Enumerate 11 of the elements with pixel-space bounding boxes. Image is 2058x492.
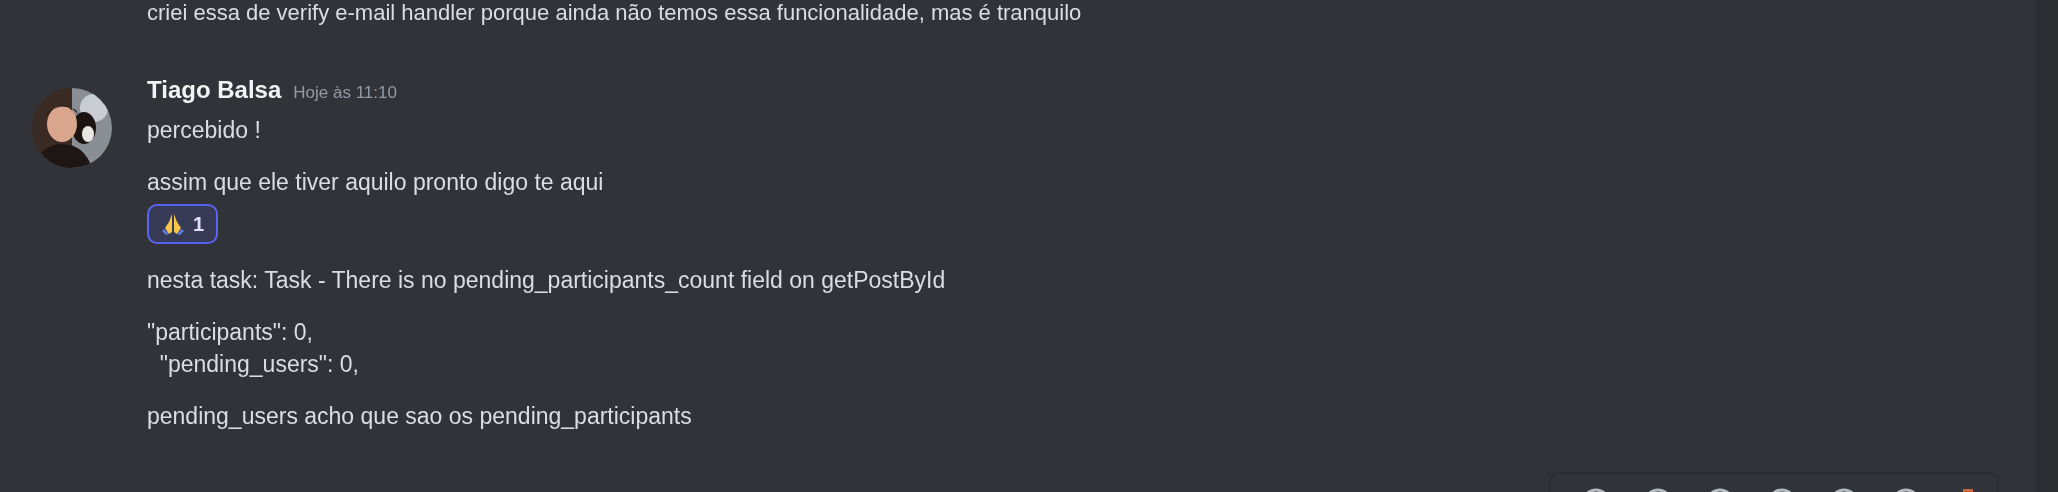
reaction-button[interactable]: 1	[147, 204, 219, 244]
message-text: criei essa de verify e-mail handler porque ainda não temos essa funcionalidade, mas é tranquilo	[146, 0, 1083, 24]
message-text: "participants": 0,	[147, 318, 314, 347]
message-text: pending_users acho que sao os pending_participants	[147, 402, 693, 431]
author-name[interactable]: Tiago Balsa	[147, 76, 282, 104]
message-text: assim que ele tiver aquilo pronto digo te aqui	[147, 168, 605, 197]
message-text: percebido !	[147, 116, 262, 145]
timestamp: Hoje às 11:10	[293, 83, 397, 103]
message-text: nesta task: Task - There is no pending_participants_count field on getPostById	[147, 266, 946, 295]
praying-hands-icon	[161, 212, 185, 236]
message-text: "pending_users": 0,	[158, 350, 360, 379]
